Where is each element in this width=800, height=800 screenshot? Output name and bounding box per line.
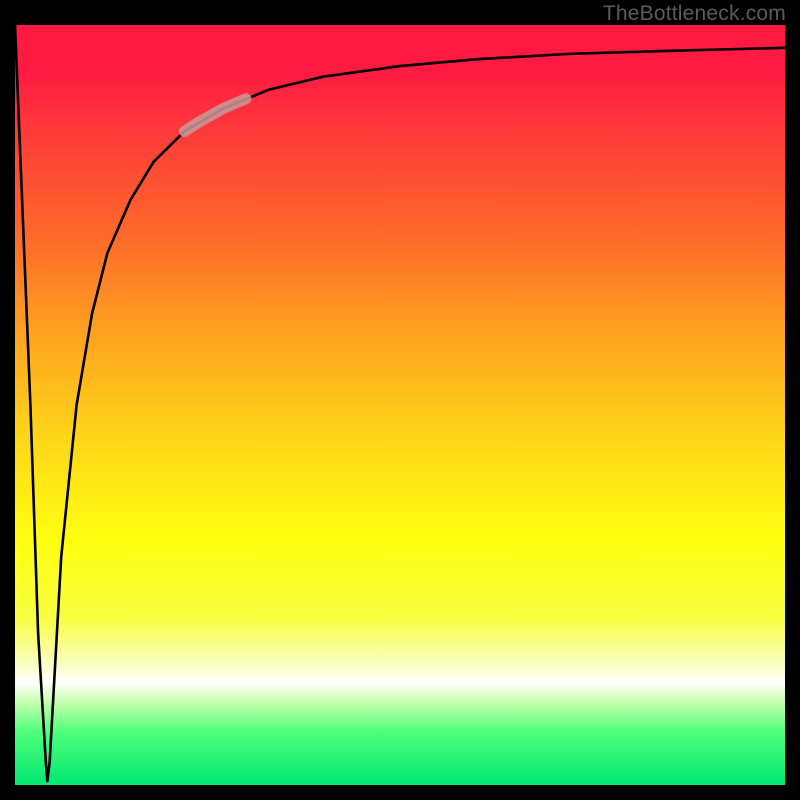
attribution-text: TheBottleneck.com	[603, 2, 786, 26]
highlight-segment	[184, 99, 246, 132]
main-curve	[15, 25, 785, 781]
plot-area	[15, 25, 785, 785]
curve-layer	[15, 25, 785, 785]
chart-frame: TheBottleneck.com	[0, 0, 800, 800]
